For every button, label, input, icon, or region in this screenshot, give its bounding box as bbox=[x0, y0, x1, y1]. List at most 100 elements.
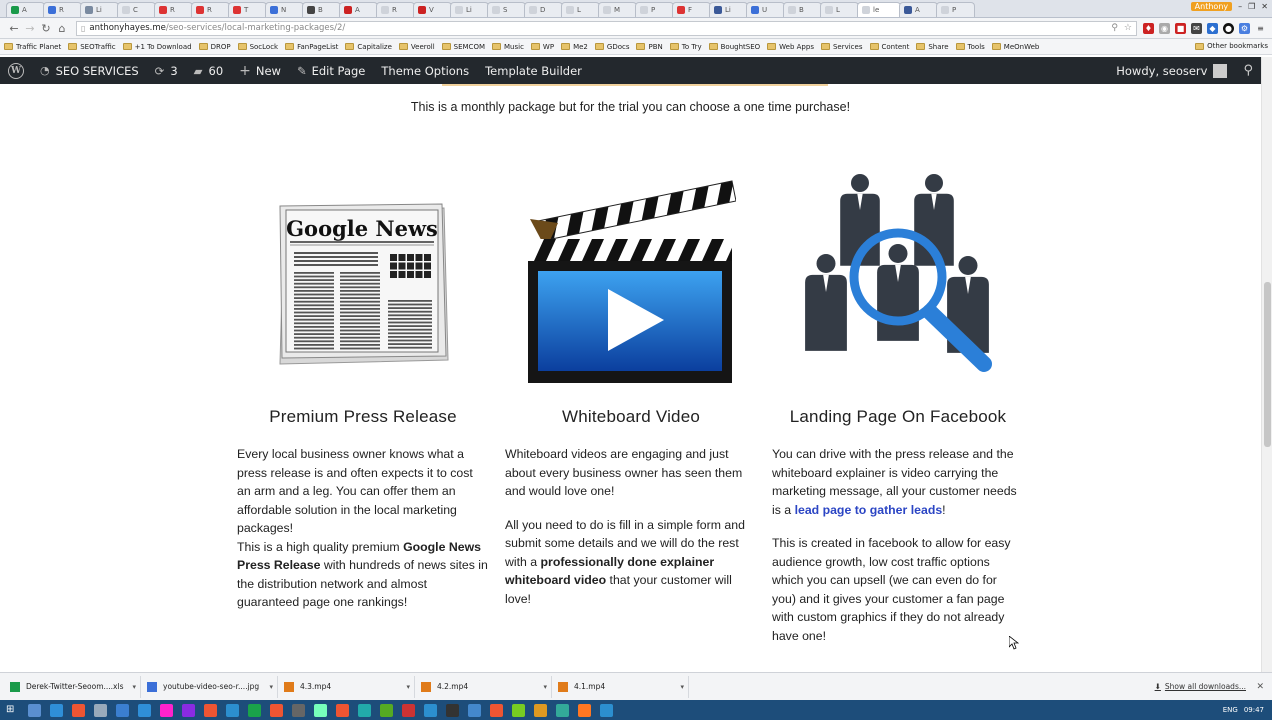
theme-options-link[interactable]: Theme Options bbox=[373, 57, 477, 84]
start-icon[interactable]: ⊞ bbox=[6, 704, 19, 717]
browser-tab[interactable]: U bbox=[746, 2, 785, 17]
download-item[interactable]: Derek-Twitter-Seoom....xls ▾ bbox=[4, 675, 141, 698]
bookmark-item[interactable]: Traffic Planet bbox=[4, 43, 61, 51]
browser-tab[interactable]: P bbox=[635, 2, 674, 17]
bookmark-item[interactable]: GDocs bbox=[594, 43, 629, 51]
bookmark-item[interactable]: To Try bbox=[669, 43, 702, 51]
taskbar-app-icon[interactable] bbox=[204, 703, 217, 717]
updates-menu[interactable]: ⟳ 3 bbox=[147, 57, 186, 84]
other-bookmarks[interactable]: Other bookmarks bbox=[1195, 42, 1268, 50]
taskbar-app-icon[interactable] bbox=[50, 703, 63, 717]
browser-tab[interactable]: L bbox=[820, 2, 859, 17]
clock[interactable]: 09:47 bbox=[1244, 706, 1264, 714]
template-builder-link[interactable]: Template Builder bbox=[477, 57, 590, 84]
download-item[interactable]: 4.1.mp4 ▾ bbox=[552, 675, 689, 698]
bookmark-item[interactable]: SEMCOM bbox=[441, 43, 485, 51]
download-item[interactable]: 4.3.mp4 ▾ bbox=[278, 675, 415, 698]
bookmark-item[interactable]: PBN bbox=[636, 43, 663, 51]
taskbar-app-icon[interactable] bbox=[490, 703, 503, 717]
account-menu[interactable]: Howdy, seoserv bbox=[1108, 57, 1235, 84]
browser-tab[interactable]: B bbox=[302, 2, 341, 17]
taskbar-app-icon[interactable] bbox=[292, 703, 305, 717]
browser-tab[interactable]: R bbox=[43, 2, 82, 17]
taskbar-app-icon[interactable] bbox=[226, 703, 239, 717]
bookmark-item[interactable]: Tools bbox=[955, 43, 985, 51]
download-menu-arrow-icon[interactable]: ▾ bbox=[543, 683, 547, 691]
settings-icon[interactable]: ⚙ bbox=[1239, 22, 1250, 34]
taskbar-app-icon[interactable] bbox=[314, 703, 327, 717]
taskbar-app-icon[interactable] bbox=[336, 703, 349, 717]
taskbar-app-icon[interactable] bbox=[468, 703, 481, 717]
wp-logo-menu[interactable]: W bbox=[0, 57, 32, 84]
taskbar-app-icon[interactable] bbox=[72, 703, 85, 717]
bookmark-item[interactable]: +1 To Download bbox=[122, 43, 192, 51]
language-indicator[interactable]: ENG bbox=[1223, 706, 1238, 714]
browser-tab[interactable]: R bbox=[376, 2, 415, 17]
menu-icon[interactable]: ≡ bbox=[1255, 23, 1266, 34]
scrollbar-thumb[interactable] bbox=[1264, 282, 1271, 447]
zoom-icon[interactable]: ⚲ bbox=[1111, 23, 1118, 33]
bookmark-item[interactable]: MeOnWeb bbox=[991, 43, 1039, 51]
taskbar-app-icon[interactable] bbox=[512, 703, 525, 717]
reload-icon[interactable]: ↻ bbox=[38, 22, 54, 35]
bookmark-item[interactable]: WP bbox=[530, 43, 554, 51]
browser-tab[interactable]: Li bbox=[80, 2, 119, 17]
download-menu-arrow-icon[interactable]: ▾ bbox=[680, 683, 684, 691]
browser-tab[interactable]: Li bbox=[450, 2, 489, 17]
bookmark-item[interactable]: Share bbox=[916, 43, 949, 51]
taskbar-app-icon[interactable] bbox=[182, 703, 195, 717]
restore-icon[interactable]: ❐ bbox=[1248, 2, 1255, 11]
window-user-label[interactable]: Anthony bbox=[1190, 2, 1233, 11]
url-input[interactable]: ▯ anthonyhayes.me/seo-services/local-mar… bbox=[76, 20, 1137, 36]
close-window-icon[interactable]: ✕ bbox=[1261, 2, 1268, 11]
taskbar-app-icon[interactable] bbox=[94, 703, 107, 717]
bookmark-item[interactable]: Me2 bbox=[561, 43, 588, 51]
browser-tab[interactable]: le bbox=[857, 2, 901, 17]
browser-tab[interactable]: A bbox=[339, 2, 378, 17]
bookmark-item[interactable]: DROP bbox=[198, 43, 231, 51]
comments-menu[interactable]: ▰ 60 bbox=[186, 57, 232, 84]
taskbar-app-icon[interactable] bbox=[160, 703, 173, 717]
close-downloads-icon[interactable]: ✕ bbox=[1256, 682, 1264, 692]
extension-icon[interactable]: ● bbox=[1223, 22, 1234, 34]
browser-tab[interactable]: L bbox=[561, 2, 600, 17]
taskbar-app-icon[interactable] bbox=[116, 703, 129, 717]
browser-tab[interactable]: A bbox=[899, 2, 938, 17]
browser-tab[interactable]: N bbox=[265, 2, 304, 17]
taskbar-app-icon[interactable] bbox=[248, 703, 261, 717]
browser-tab[interactable]: V bbox=[413, 2, 452, 17]
taskbar-app-icon[interactable] bbox=[424, 703, 437, 717]
browser-tab[interactable]: Li bbox=[709, 2, 748, 17]
extension-icon[interactable]: ◆ bbox=[1207, 22, 1218, 34]
taskbar-app-icon[interactable] bbox=[358, 703, 371, 717]
taskbar-app-icon[interactable] bbox=[556, 703, 569, 717]
new-content-menu[interactable]: + New bbox=[231, 57, 289, 84]
bookmark-star-icon[interactable]: ☆ bbox=[1124, 23, 1132, 33]
page-scrollbar[interactable] bbox=[1261, 57, 1272, 672]
download-item[interactable]: youtube-video-seo-r....jpg ▾ bbox=[141, 675, 278, 698]
browser-tab[interactable]: M bbox=[598, 2, 637, 17]
extension-icon[interactable]: ✉ bbox=[1191, 22, 1202, 34]
bookmark-item[interactable]: Capitalize bbox=[345, 43, 392, 51]
browser-tab[interactable]: T bbox=[228, 2, 267, 17]
bookmark-item[interactable]: Web Apps bbox=[767, 43, 814, 51]
download-item[interactable]: 4.2.mp4 ▾ bbox=[415, 675, 552, 698]
taskbar-app-icon[interactable] bbox=[534, 703, 547, 717]
home-icon[interactable]: ⌂ bbox=[54, 22, 70, 35]
extension-icon[interactable]: ◉ bbox=[1159, 22, 1170, 34]
taskbar-app-icon[interactable] bbox=[28, 703, 41, 717]
back-arrow-icon[interactable]: ← bbox=[6, 22, 22, 35]
browser-tab[interactable]: R bbox=[154, 2, 193, 17]
bookmark-item[interactable]: Services bbox=[820, 43, 863, 51]
taskbar-app-icon[interactable] bbox=[380, 703, 393, 717]
site-name-menu[interactable]: ◔ SEO SERVICES bbox=[32, 57, 147, 84]
lead-page-link[interactable]: lead page to gather leads bbox=[795, 503, 943, 517]
taskbar-app-icon[interactable] bbox=[446, 703, 459, 717]
bookmark-item[interactable]: Veeroll bbox=[398, 43, 435, 51]
download-menu-arrow-icon[interactable]: ▾ bbox=[269, 683, 273, 691]
taskbar-app-icon[interactable] bbox=[138, 703, 151, 717]
bookmark-item[interactable]: SocLock bbox=[237, 43, 278, 51]
taskbar-app-icon[interactable] bbox=[578, 703, 591, 717]
taskbar-app-icon[interactable] bbox=[270, 703, 283, 717]
edit-page-link[interactable]: ✎ Edit Page bbox=[289, 57, 373, 84]
